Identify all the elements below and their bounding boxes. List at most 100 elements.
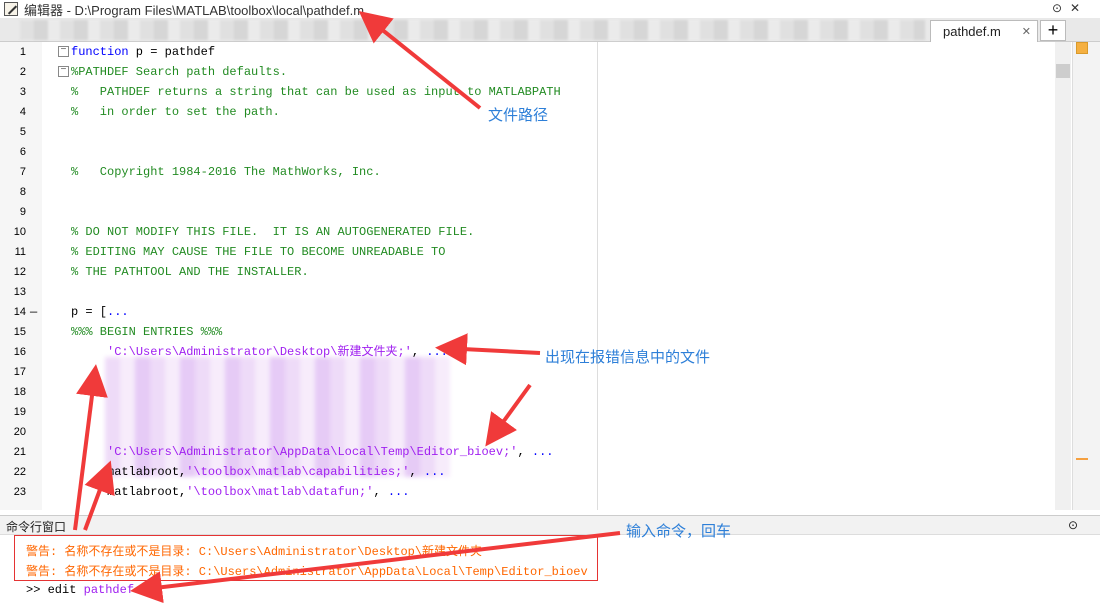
token: % EDITING MAY CAUSE THE FILE TO BECOME U… <box>71 245 446 259</box>
command-window-header: 命令行窗口 ⊙ <box>0 515 1100 535</box>
annotation-enter-command: 输入命令，回车 <box>626 523 732 540</box>
line-number: 16 <box>13 346 26 358</box>
code-line[interactable]: 11 % EDITING MAY CAUSE THE FILE TO BECOME… <box>0 242 1050 262</box>
code-text: % in order to set the path. <box>71 102 280 122</box>
line-number: 9 <box>19 206 26 218</box>
code-line[interactable]: 14 — p = [... <box>0 302 1050 322</box>
code-line[interactable]: 12 % THE PATHTOOL AND THE INSTALLER. <box>0 262 1050 282</box>
token: matlabroot, <box>71 465 187 479</box>
line-number: 11 <box>14 246 26 258</box>
code-line[interactable]: 18 <box>0 382 1050 402</box>
code-text: % PATHDEF returns a string that can be u… <box>71 82 561 102</box>
command-input[interactable]: >> edit pathdef <box>26 583 134 597</box>
code-line[interactable]: 23 matlabroot,'\toolbox\matlab\datafun;'… <box>0 482 1050 502</box>
code-line[interactable]: 21 'C:\Users\Administrator\AppData\Local… <box>0 442 1050 462</box>
line-number: 5 <box>19 126 26 138</box>
token: , <box>409 465 424 479</box>
line-number: 13 <box>13 286 26 298</box>
code-text: % DO NOT MODIFY THIS FILE. IT IS AN AUTO… <box>71 222 474 242</box>
command-argument: pathdef <box>83 583 135 597</box>
code-line[interactable]: 10 % DO NOT MODIFY THIS FILE. IT IS AN AU… <box>0 222 1050 242</box>
code-text: %PATHDEF Search path defaults. <box>71 62 287 82</box>
token: p = pathdef <box>128 45 216 59</box>
blurred-tabs <box>20 20 925 40</box>
close-window-button[interactable]: ✕ <box>1068 1 1082 15</box>
line-marker: — <box>30 305 38 319</box>
scrollbar-thumb[interactable] <box>1056 64 1070 78</box>
annotation-file-path: 文件路径 <box>488 107 549 124</box>
line-number: 14 <box>13 306 26 318</box>
line-number: 21 <box>13 446 26 458</box>
token: '\toolbox\matlab\datafun;' <box>186 485 374 499</box>
warning-highlight-box <box>14 535 598 581</box>
line-number: 19 <box>13 406 26 418</box>
token: % PATHDEF returns a string that can be u… <box>71 85 561 99</box>
line-number: 18 <box>13 386 26 398</box>
code-text: matlabroot,'\toolbox\matlab\datafun;', .… <box>71 482 409 502</box>
code-line[interactable]: 16 'C:\Users\Administrator\Desktop\新建文件夹… <box>0 342 1050 362</box>
code-line[interactable]: 17 <box>0 362 1050 382</box>
token: ... <box>107 305 129 319</box>
code-line[interactable]: 6 <box>0 142 1050 162</box>
tab-close-icon[interactable]: ✕ <box>1022 25 1031 38</box>
code-line[interactable]: 22 matlabroot,'\toolbox\matlab\capabilit… <box>0 462 1050 482</box>
code-line[interactable]: 1 − function p = pathdef <box>0 42 1050 62</box>
token: % DO NOT MODIFY THIS FILE. IT IS AN AUTO… <box>71 225 475 239</box>
code-line[interactable]: 5 <box>0 122 1050 142</box>
line-number: 6 <box>19 146 26 158</box>
code-analyzer-strip <box>1072 42 1100 510</box>
command-window-title: 命令行窗口 <box>6 520 67 534</box>
code-line[interactable]: 7 % Copyright 1984-2016 The MathWorks, In… <box>0 162 1050 182</box>
token: ... <box>426 345 448 359</box>
window-title: 编辑器 - D:\Program Files\MATLAB\toolbox\lo… <box>24 2 365 18</box>
token: , <box>373 485 388 499</box>
token: function <box>71 45 129 59</box>
code-text: p = [... <box>71 302 129 322</box>
token: % Copyright 1984-2016 The MathWorks, Inc… <box>71 165 381 179</box>
token: % THE PATHTOOL AND THE INSTALLER. <box>71 265 309 279</box>
warning-marker[interactable] <box>1076 458 1088 460</box>
token: ... <box>423 465 446 479</box>
vertical-scrollbar[interactable] <box>1055 42 1071 510</box>
prompt: >> <box>26 583 41 597</box>
line-number: 22 <box>13 466 26 478</box>
fold-toggle-icon[interactable]: − <box>58 46 69 57</box>
line-number: 7 <box>19 166 26 178</box>
code-line[interactable]: 8 <box>0 182 1050 202</box>
code-line[interactable]: 2 − %PATHDEF Search path defaults. <box>0 62 1050 82</box>
editor-icon <box>4 2 18 16</box>
command-window-menu-icon[interactable]: ⊙ <box>1068 518 1078 532</box>
add-tab-button[interactable]: + <box>1040 20 1066 41</box>
line-number: 4 <box>19 106 26 118</box>
line-number: 20 <box>13 426 26 438</box>
code-text: 'C:\Users\Administrator\Desktop\新建文件夹;',… <box>71 342 448 362</box>
line-number: 23 <box>13 486 26 498</box>
code-line[interactable]: 19 <box>0 402 1050 422</box>
tab-pathdef[interactable]: pathdef.m ✕ <box>930 20 1038 43</box>
code-text: % THE PATHTOOL AND THE INSTALLER. <box>71 262 309 282</box>
code-text: %%% BEGIN ENTRIES %%% <box>71 322 222 342</box>
line-number: 12 <box>13 266 26 278</box>
line-number: 17 <box>13 366 26 378</box>
token: p = [ <box>71 305 108 319</box>
line-number: 10 <box>13 226 26 238</box>
token: %PATHDEF Search path defaults. <box>71 65 288 79</box>
menu-dropdown-icon[interactable]: ⊙ <box>1050 1 1064 15</box>
warning-indicator-icon[interactable] <box>1076 42 1088 54</box>
token: , <box>517 445 532 459</box>
code-line[interactable]: 3 % PATHDEF returns a string that can be … <box>0 82 1050 102</box>
token: ... <box>531 445 554 459</box>
code-text: matlabroot,'\toolbox\matlab\capabilities… <box>71 462 445 482</box>
token: %%% BEGIN ENTRIES %%% <box>71 325 223 339</box>
fold-toggle-icon[interactable]: − <box>58 66 69 77</box>
code-line[interactable]: 20 <box>0 422 1050 442</box>
token: % in order to set the path. <box>71 105 280 119</box>
annotation-error-files: 出现在报错信息中的文件 <box>545 349 711 366</box>
code-line[interactable]: 15 %%% BEGIN ENTRIES %%% <box>0 322 1050 342</box>
line-number: 2 <box>19 66 26 78</box>
code-text: % Copyright 1984-2016 The MathWorks, Inc… <box>71 162 381 182</box>
token: , <box>411 345 427 359</box>
code-line[interactable]: 13 <box>0 282 1050 302</box>
code-line[interactable]: 9 <box>0 202 1050 222</box>
command-text: edit <box>47 583 77 597</box>
